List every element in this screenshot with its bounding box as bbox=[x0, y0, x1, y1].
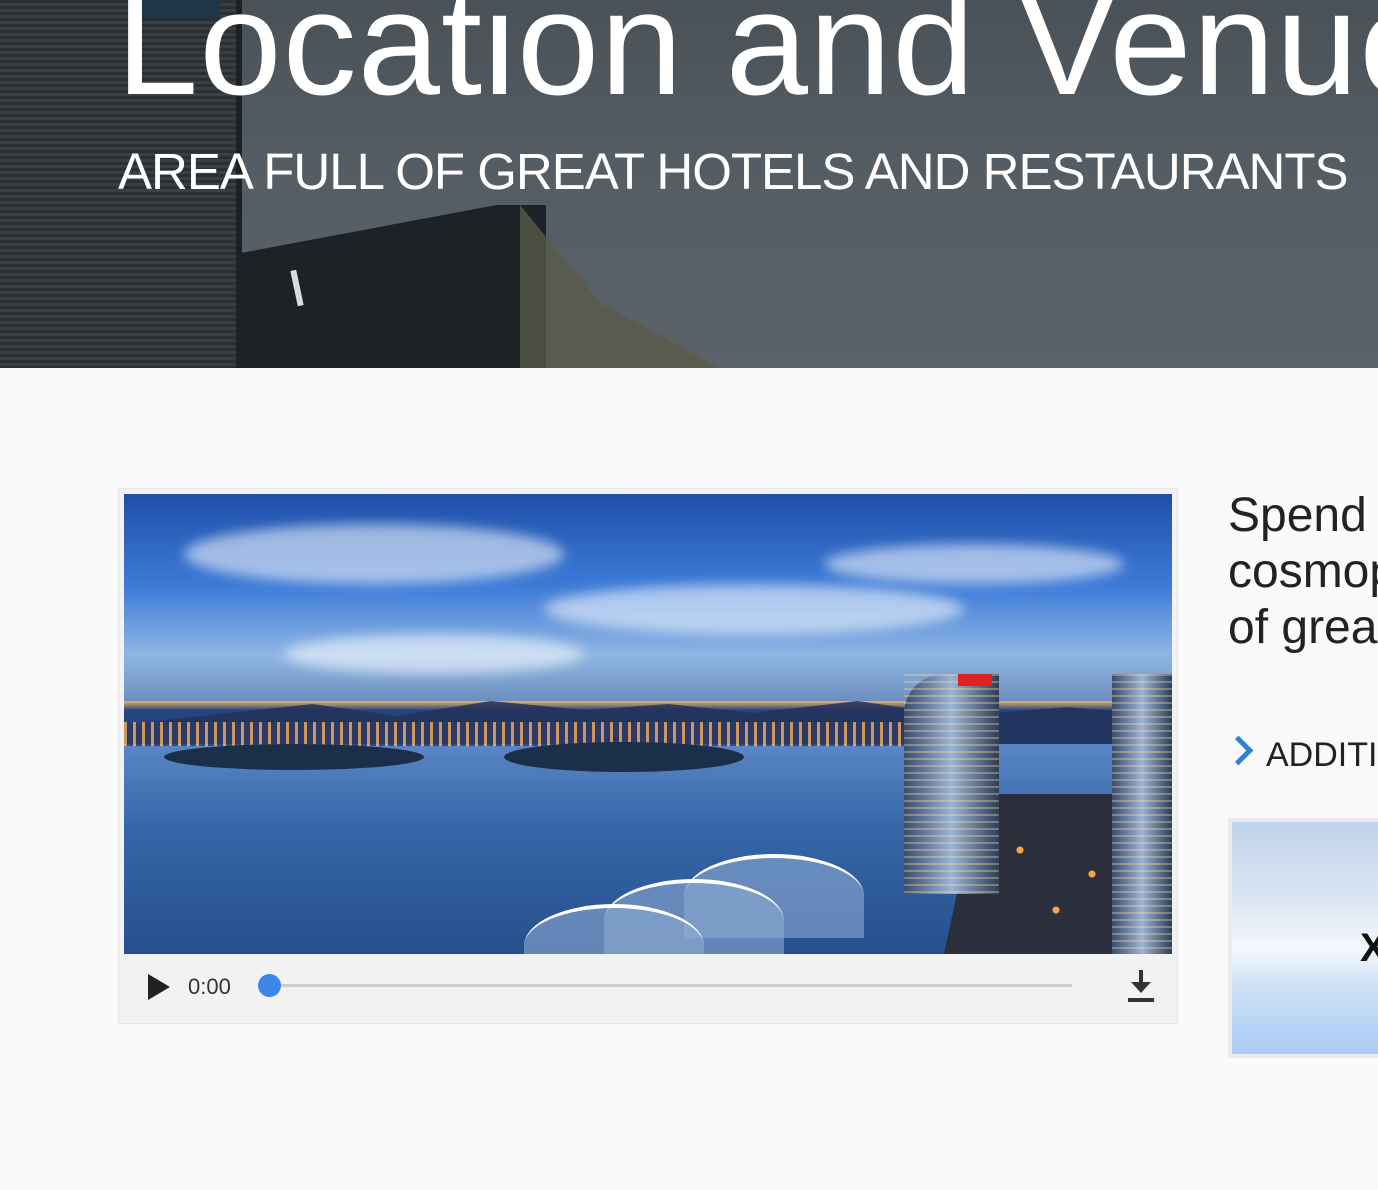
page-title: Location and Venue bbox=[116, 0, 1378, 126]
progress-thumb[interactable] bbox=[258, 974, 281, 997]
intro-text-block: Spend cosmop of grea bbox=[1228, 488, 1378, 678]
chevron-right-icon bbox=[1228, 735, 1254, 766]
promo-card[interactable]: X bbox=[1228, 818, 1378, 1058]
video-frame[interactable] bbox=[124, 494, 1172, 954]
video-controls: 0:00 bbox=[124, 954, 1172, 1018]
time-readout: 0:00 bbox=[188, 974, 231, 999]
additional-info-label: ADDITIO bbox=[1266, 736, 1378, 774]
video-player: 0:00 bbox=[118, 488, 1178, 1024]
hero-roof bbox=[236, 205, 546, 368]
video-tower-right bbox=[1112, 674, 1172, 954]
play-icon[interactable] bbox=[148, 974, 170, 1000]
video-tower-sign bbox=[958, 674, 992, 686]
hero-roof-side bbox=[520, 205, 720, 368]
video-tower bbox=[904, 674, 999, 894]
intro-text: Spend cosmop of grea bbox=[1228, 489, 1378, 654]
additional-info-link[interactable]: ADDITIO bbox=[1228, 732, 1378, 782]
hero-banner: Location and Venue AREA FULL OF GREAT HO… bbox=[0, 0, 1378, 368]
download-icon[interactable] bbox=[1126, 968, 1156, 1004]
page-subtitle: AREA FULL OF GREAT HOTELS AND RESTAURANT… bbox=[118, 143, 1349, 200]
video-city-lights bbox=[124, 722, 924, 746]
progress-bar[interactable] bbox=[258, 974, 1072, 997]
promo-glyph: X bbox=[1360, 926, 1378, 971]
